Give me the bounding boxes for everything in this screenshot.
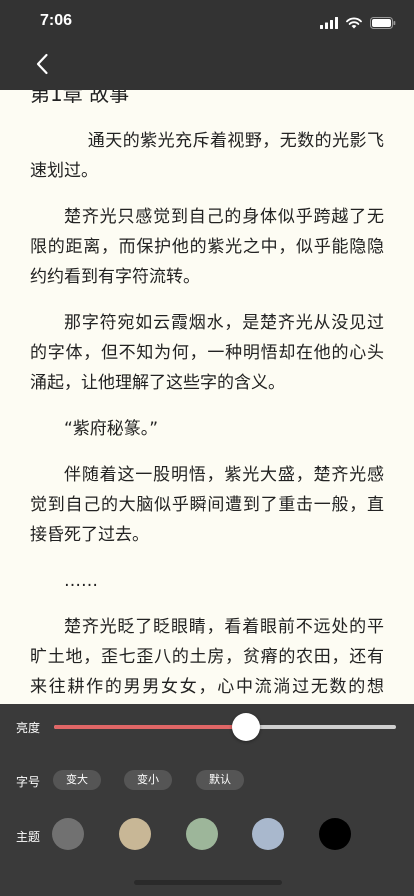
paragraph: …… — [64, 571, 98, 591]
brightness-slider[interactable] — [54, 725, 396, 729]
paragraph: 那字符宛如云霞烟水，是楚齐光从没见过的字体，但不知为何，一种明悟却在他的心头涌起… — [30, 313, 384, 393]
theme-swatch-green[interactable] — [186, 818, 218, 850]
brightness-label: 亮度 — [16, 721, 41, 735]
paragraph: 楚齐光眨了眨眼睛，看着眼前不远处的平旷土地，歪七歪八的土房，贫瘠的农田，还有来往… — [30, 617, 384, 697]
theme-label: 主题 — [16, 830, 41, 844]
theme-swatch-tan[interactable] — [119, 818, 151, 850]
home-indicator — [134, 880, 282, 885]
status-icons — [320, 14, 396, 33]
theme-swatch-black[interactable] — [319, 818, 351, 850]
back-button[interactable] — [28, 52, 56, 80]
font-bigger-button[interactable]: 变大 — [53, 770, 101, 790]
wifi-icon — [346, 14, 362, 33]
battery-icon — [370, 14, 396, 33]
chapter-content: 通天的紫光充斥着视野，无数的光影飞速划过。 楚齐光只感觉到自己的身体似乎跨越了无… — [30, 126, 384, 704]
top-bar: 7:06 — [0, 0, 414, 90]
font-default-button[interactable]: 默认 — [196, 770, 244, 790]
theme-swatch-blue[interactable] — [252, 818, 284, 850]
brightness-slider-thumb[interactable] — [231, 713, 260, 741]
paragraph: 楚齐光只感觉到自己的身体似乎跨越了无限的距离，而保护他的紫光之中，似乎能隐隐约约… — [30, 207, 384, 287]
font-smaller-button[interactable]: 变小 — [124, 770, 172, 790]
paragraph: 伴随着这一股明悟，紫光大盛，楚齐光感觉到自己的大脑似乎瞬间遭到了重击一般，直接昏… — [30, 465, 384, 545]
chapter-title: 第1章 故事 — [30, 90, 130, 106]
status-time: 7:06 — [40, 12, 73, 29]
theme-swatch-gray[interactable] — [52, 818, 84, 850]
paragraph: 通天的紫光充斥着视野，无数的光影飞速划过。 — [30, 131, 384, 181]
paragraph: “紫府秘篆。” — [64, 419, 159, 439]
reader-page[interactable]: 第1章 故事 通天的紫光充斥着视野，无数的光影飞速划过。 楚齐光只感觉到自己的身… — [0, 90, 414, 704]
brightness-slider-fill — [54, 725, 246, 729]
signal-icon — [320, 14, 338, 33]
font-size-label: 字号 — [16, 775, 41, 789]
reader-settings-panel: 亮度 字号 变大 变小 默认 主题 — [0, 704, 414, 896]
chevron-left-icon — [35, 53, 49, 79]
